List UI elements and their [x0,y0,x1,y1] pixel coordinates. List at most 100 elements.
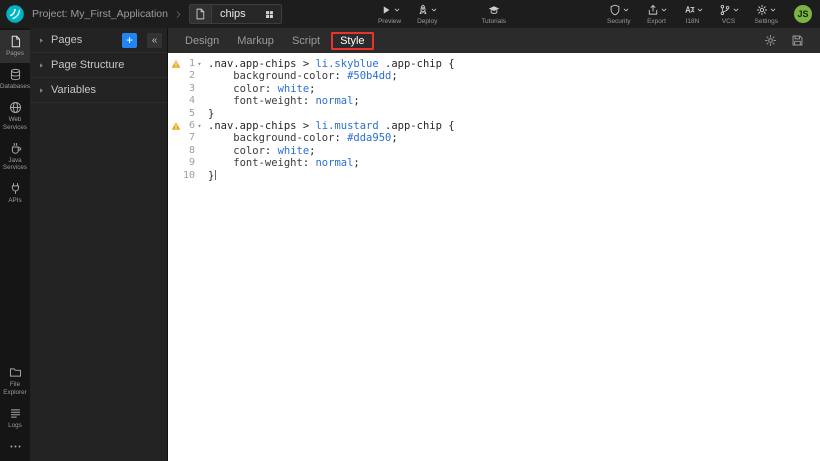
fold-marker-icon[interactable]: ▾ [195,120,204,132]
ellipsis-icon [9,440,22,453]
wavemaker-studio: Project: My_First_Application chips Prev… [0,0,820,461]
settings-label: Settings [755,18,779,25]
page-file-icon [190,5,212,23]
settings-button[interactable]: Settings [747,2,787,27]
git-branch-icon [719,4,731,16]
page-tabs: DesignMarkupScriptStyle [176,32,376,50]
tab-style[interactable]: Style [331,32,373,50]
code-token: color [208,83,265,95]
sidebar-item-web-services[interactable]: Web Services [0,96,30,136]
sidebar-item-file-explorer[interactable]: File Explorer [0,361,30,401]
tutorials-button[interactable]: Tutorials [473,2,514,27]
sidebar-item-label: Java Services [1,157,29,171]
grid-view-icon[interactable] [264,9,281,20]
code-token: ; [353,95,359,107]
app-logo-icon[interactable] [5,4,25,24]
line-number: 4 [181,95,195,107]
sidebar-top-group: Pages Databases Web Services Java Servic… [0,30,30,211]
deploy-button[interactable]: Deploy [409,2,445,27]
save-button[interactable] [791,34,804,47]
line-number: 1 [181,58,195,70]
code-text: } [204,108,214,120]
sidebar-item-apis[interactable]: APIs [0,177,30,210]
code-line-5[interactable]: 5 } [168,108,820,120]
sidebar-item-label: Web Services [1,116,29,130]
left-icon-sidebar: Pages Databases Web Services Java Servic… [0,28,30,461]
sidebar-item-label: Databases [0,83,30,90]
deploy-label: Deploy [417,18,437,25]
topbar-center-actions: Preview Deploy Tutorials [370,2,514,27]
i18n-label: I18N [686,18,700,25]
export-arrow-icon [647,4,659,16]
caret-right-icon [38,37,45,44]
gutter: 9 [168,157,204,169]
code-token: } [208,170,214,182]
collapse-panel-button[interactable]: « [147,33,162,48]
panel-section-pages[interactable]: Pages + « [30,28,167,53]
caret-down-icon [733,7,739,13]
panel-section-page-structure[interactable]: Page Structure [30,53,167,78]
fold-marker-icon[interactable]: ▾ [195,58,204,70]
code-token: .nav.app-chips > [208,58,315,70]
security-label: Security [607,18,630,25]
code-token: : [265,83,278,95]
tab-script[interactable]: Script [283,32,329,50]
translate-icon [683,4,695,16]
code-line-3[interactable]: 3 color: white; [168,83,820,95]
code-line-7[interactable]: 7 background-color: #dda950; [168,132,820,144]
chevron-right-icon [174,10,183,19]
gutter: 5 [168,108,204,120]
code-token: li.mustard [315,120,378,132]
code-token: ; [309,145,315,157]
code-line-2[interactable]: 2 background-color: #50b4dd; [168,70,820,82]
export-button[interactable]: Export [639,2,675,27]
code-line-6[interactable]: 6 ▾ .nav.app-chips > li.mustard .app-chi… [168,120,820,132]
gutter: 3 [168,83,204,95]
code-line-8[interactable]: 8 color: white; [168,145,820,157]
sidebar-item-label: Logs [8,422,22,429]
gear-icon [756,4,768,16]
sidebar-item-logs[interactable]: Logs [0,402,30,435]
document-icon [9,35,22,48]
text-cursor [215,170,216,180]
line-number: 9 [181,157,195,169]
sidebar-item-java-services[interactable]: Java Services [0,137,30,177]
code-line-4[interactable]: 4 font-weight: normal; [168,95,820,107]
editor-settings-gear-icon[interactable] [764,34,777,47]
tab-design[interactable]: Design [176,32,228,50]
code-token: color [208,145,265,157]
code-text: color: white; [204,83,316,95]
style-code-editor[interactable]: 1 ▾ .nav.app-chips > li.skyblue .app-chi… [168,53,820,461]
security-button[interactable]: Security [599,2,638,27]
line-number: 6 [181,120,195,132]
line-number: 5 [181,108,195,120]
sidebar-item-more[interactable] [0,435,30,459]
sidebar-item-databases[interactable]: Databases [0,63,30,96]
code-line-9[interactable]: 9 font-weight: normal; [168,157,820,169]
code-text: font-weight: normal; [204,157,360,169]
code-token: } [208,108,214,120]
code-text: background-color: #50b4dd; [204,70,398,82]
topbar-right-actions: Security Export I18N VCS Settings [599,2,786,27]
code-token: ; [391,132,397,144]
panel-section-variables[interactable]: Variables [30,78,167,103]
code-token: background-color [208,132,334,144]
user-avatar[interactable]: JS [794,5,812,23]
tab-markup[interactable]: Markup [228,32,283,50]
page-name[interactable]: chips [212,8,264,20]
sidebar-item-pages[interactable]: Pages [0,30,30,63]
page-selector[interactable]: chips [189,4,282,24]
code-line-10[interactable]: 10 } [168,170,820,182]
code-token: background-color [208,70,334,82]
caret-right-icon [38,87,45,94]
add-page-button[interactable]: + [122,33,137,48]
code-line-1[interactable]: 1 ▾ .nav.app-chips > li.skyblue .app-chi… [168,58,820,70]
tutorials-label: Tutorials [481,18,506,25]
preview-button[interactable]: Preview [370,2,409,27]
line-number: 3 [181,83,195,95]
vcs-button[interactable]: VCS [711,2,747,27]
i18n-button[interactable]: I18N [675,2,711,27]
code-token: ; [391,70,397,82]
page-tabbar: DesignMarkupScriptStyle [168,28,820,53]
code-text: .nav.app-chips > li.mustard .app-chip { [204,120,455,132]
